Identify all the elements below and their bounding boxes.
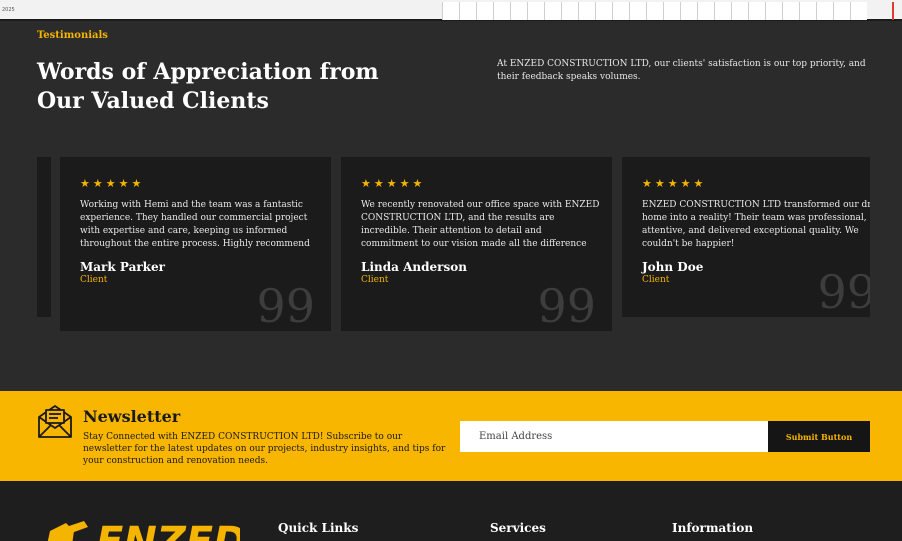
logo-text: ENZED — [96, 519, 240, 541]
company-logo[interactable]: ENZED — [40, 519, 240, 541]
newsletter-text: Stay Connected with ENZED CONSTRUCTION L… — [83, 432, 446, 466]
star-rating-icon: ★★★★★ — [642, 177, 707, 190]
newsletter-section: Newsletter Stay Connected with ENZED CON… — [0, 391, 902, 481]
site-footer: ENZED Quick Links Services Information — [0, 481, 902, 541]
testimonials-label: Testimonials — [37, 30, 108, 41]
testimonial-author-name: Mark Parker — [80, 260, 165, 274]
testimonials-description: At ENZED CONSTRUCTION LTD, our clients' … — [497, 59, 866, 82]
star-rating-icon: ★★★★★ — [80, 177, 145, 190]
top-strip-cells — [442, 2, 867, 20]
quote-mark-icon: 99 — [537, 279, 596, 331]
testimonial-card[interactable]: ★★★★★ Working with Hemi and the team was… — [60, 157, 331, 331]
submit-button[interactable]: Submit Button — [768, 421, 870, 452]
top-strip-marker — [892, 2, 894, 20]
testimonial-quote: ENZED CONSTRUCTION LTD transformed our d… — [642, 200, 870, 249]
email-field[interactable] — [460, 421, 768, 452]
testimonial-quote: We recently renovated our office space w… — [361, 200, 600, 249]
footer-heading-quick-links: Quick Links — [278, 521, 359, 535]
top-strip-text: 2025 — [2, 7, 15, 13]
newsletter-envelope-icon — [36, 403, 74, 439]
testimonials-title: Words of Appreciation from Our Valued Cl… — [37, 59, 379, 114]
testimonial-quote: Working with Hemi and the team was a fan… — [80, 200, 310, 249]
testimonial-author-name: Linda Anderson — [361, 260, 467, 274]
newsletter-title: Newsletter — [83, 407, 181, 426]
browser-top-strip: 2025 — [0, 0, 902, 21]
testimonial-card[interactable]: ★★★★★ We recently renovated our office s… — [341, 157, 612, 331]
quote-mark-icon: 99 — [256, 279, 315, 331]
testimonial-card-partial[interactable] — [37, 157, 51, 317]
footer-heading-information: Information — [672, 521, 754, 535]
quote-mark-icon: 99 — [817, 265, 870, 317]
testimonial-card[interactable]: ★★★★★ ENZED CONSTRUCTION LTD transformed… — [622, 157, 870, 317]
footer-heading-services: Services — [490, 521, 546, 535]
star-rating-icon: ★★★★★ — [361, 177, 426, 190]
